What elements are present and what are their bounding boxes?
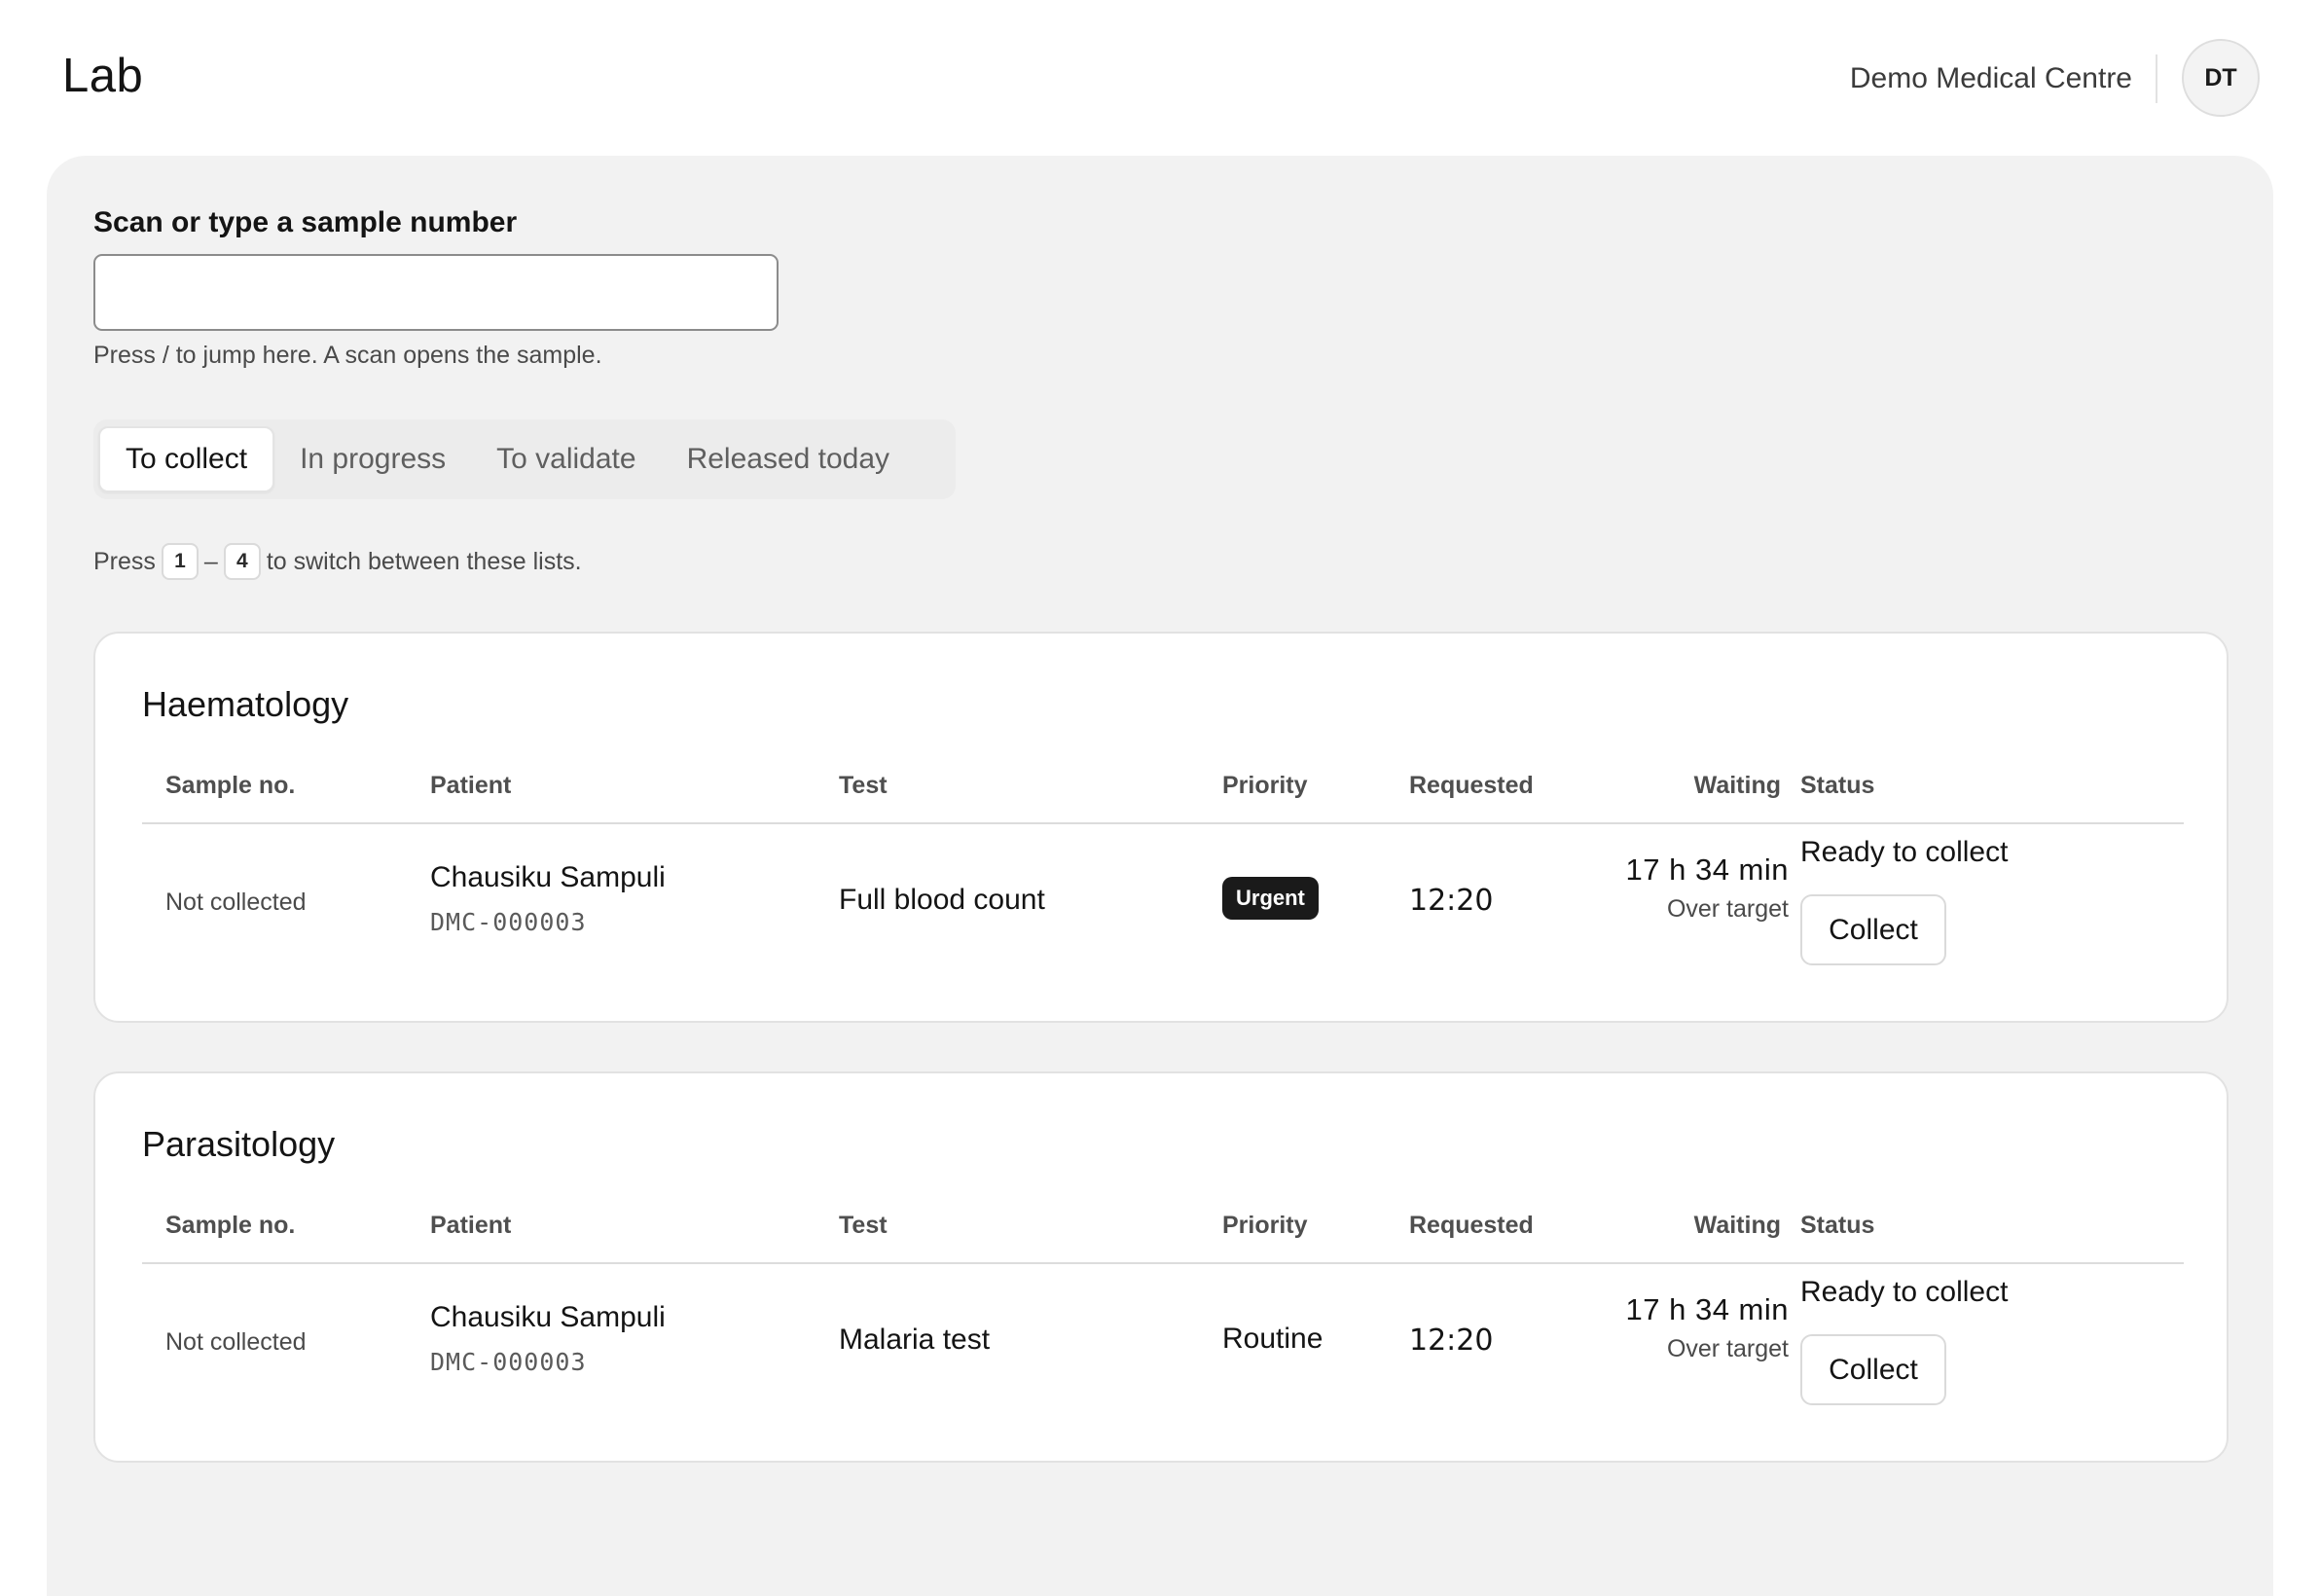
- switch-hint-prefix: Press: [93, 547, 156, 575]
- section-card-parasitology: Parasitology Sample no. Patient Test Pri…: [93, 1071, 2229, 1463]
- column-header-status: Status: [1800, 1212, 1875, 1239]
- organization-name: Demo Medical Centre: [1849, 62, 2132, 94]
- test-name: Malaria test: [839, 1324, 991, 1356]
- main-panel: Scan or type a sample number Press / to …: [47, 156, 2273, 1596]
- section-title: Haematology: [142, 684, 349, 724]
- column-header-status: Status: [1800, 772, 1875, 799]
- column-header-sample-no: Sample no.: [165, 1212, 296, 1239]
- patient-name: Chausiku Sampuli: [430, 861, 666, 893]
- table-header-divider: [142, 1262, 2184, 1264]
- patient-id: DMC-000003: [430, 1348, 587, 1376]
- column-header-priority: Priority: [1222, 1212, 1308, 1239]
- tab-to-validate[interactable]: To validate: [471, 426, 661, 492]
- sample-number-input[interactable]: [93, 254, 779, 331]
- column-header-requested: Requested: [1409, 1212, 1534, 1239]
- table-header-divider: [142, 822, 2184, 824]
- column-header-sample-no: Sample no.: [165, 772, 296, 799]
- top-bar: Lab Demo Medical Centre DT: [0, 0, 2320, 156]
- patient-name: Chausiku Sampuli: [430, 1301, 666, 1333]
- collect-button[interactable]: Collect: [1800, 894, 1946, 965]
- page-title: Lab: [62, 50, 144, 102]
- column-header-requested: Requested: [1409, 772, 1534, 799]
- column-header-test: Test: [839, 1212, 888, 1239]
- switch-hint-suffix: to switch between these lists.: [266, 547, 582, 575]
- test-name: Full blood count: [839, 884, 1045, 916]
- sample-number: Not collected: [165, 1328, 307, 1356]
- column-header-waiting: Waiting: [1693, 772, 1781, 799]
- column-header-test: Test: [839, 772, 888, 799]
- section-card-haematology: Haematology Sample no. Patient Test Prio…: [93, 632, 2229, 1023]
- section-title: Parasitology: [142, 1124, 336, 1164]
- waiting-time: 17 h 34 min Over target: [1626, 1292, 1790, 1363]
- key-hint-end: 4: [223, 543, 261, 580]
- user-avatar[interactable]: DT: [2182, 39, 2260, 117]
- waiting-note: Over target: [1666, 1335, 1789, 1362]
- column-header-patient: Patient: [430, 772, 512, 799]
- tab-to-collect[interactable]: To collect: [98, 426, 275, 492]
- tab-released-today[interactable]: Released today: [662, 426, 915, 492]
- requested-time: 12:20: [1409, 1324, 1494, 1358]
- worklist-tabs: To collect In progress To validate Relea…: [93, 419, 956, 499]
- tab-in-progress[interactable]: In progress: [274, 426, 471, 492]
- sample-number: Not collected: [165, 889, 307, 916]
- waiting-note: Over target: [1666, 895, 1789, 923]
- waiting-duration: 17 h 34 min: [1625, 1292, 1789, 1326]
- column-header-priority: Priority: [1222, 772, 1308, 799]
- scan-hint: Press / to jump here. A scan opens the s…: [93, 342, 602, 369]
- switch-hint: Press 1 – 4 to switch between these list…: [93, 543, 582, 580]
- collect-button[interactable]: Collect: [1800, 1334, 1946, 1405]
- column-header-waiting: Waiting: [1693, 1212, 1781, 1239]
- status-text: Ready to collect: [1800, 1276, 2009, 1308]
- scan-label: Scan or type a sample number: [93, 206, 518, 238]
- key-hint-start: 1: [161, 543, 199, 580]
- waiting-duration: 17 h 34 min: [1625, 852, 1789, 887]
- status-text: Ready to collect: [1800, 836, 2009, 868]
- key-hint-dash: –: [203, 547, 218, 575]
- priority-text: Routine: [1222, 1323, 1323, 1355]
- priority-badge: Urgent: [1222, 877, 1319, 920]
- column-header-patient: Patient: [430, 1212, 512, 1239]
- waiting-time: 17 h 34 min Over target: [1626, 852, 1790, 924]
- requested-time: 12:20: [1409, 884, 1494, 918]
- patient-id: DMC-000003: [430, 908, 587, 936]
- header-divider: [2156, 54, 2157, 103]
